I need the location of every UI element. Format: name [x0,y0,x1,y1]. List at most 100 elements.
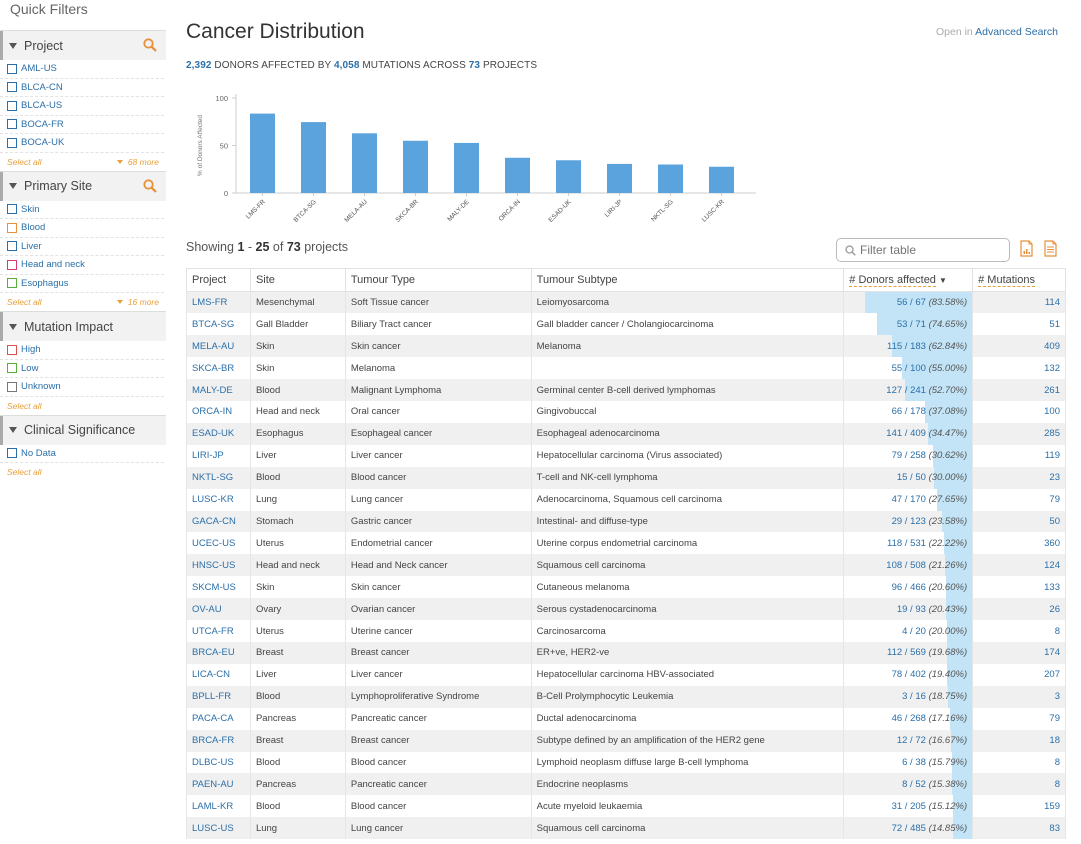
total-donors-link[interactable]: 258 [910,450,926,461]
affected-count-link[interactable]: 127 [886,385,902,396]
term-checkbox[interactable] [7,63,17,74]
facet-header[interactable]: Project [0,31,166,60]
project-link[interactable]: LIRI-JP [186,444,251,467]
mutations-link[interactable]: 23 [972,466,1066,489]
affected-count-link[interactable]: 4 [902,626,907,637]
total-donors-link[interactable]: 50 [915,472,926,483]
total-donors-link[interactable]: 241 [910,385,926,396]
project-link[interactable]: LUSC-US [186,817,251,840]
project-link[interactable]: DLBC-US [186,751,251,774]
project-link[interactable]: BPLL-FR [186,685,251,708]
affected-count-link[interactable]: 108 [886,560,902,571]
total-donors-link[interactable]: 123 [910,516,926,527]
mutations-link[interactable]: 261 [972,379,1066,402]
col-site[interactable]: Site [249,268,346,292]
mutations-link[interactable]: 3 [972,685,1066,708]
select-all-link[interactable]: Select all [7,157,42,167]
project-link[interactable]: PAEN-AU [186,773,251,796]
bar-esad-uk[interactable] [556,160,581,193]
affected-count-link[interactable]: 66 [892,406,903,417]
term-checkbox[interactable] [7,100,17,111]
total-donors-link[interactable]: 466 [910,582,926,593]
filter-table-box[interactable] [836,238,1010,262]
mutations-link[interactable]: 132 [972,357,1066,380]
term-checkbox[interactable] [7,204,17,215]
total-donors-link[interactable]: 52 [915,779,926,790]
project-link[interactable]: SKCM-US [186,576,251,599]
mutations-link[interactable]: 79 [972,707,1066,730]
term-checkbox[interactable] [7,448,17,459]
facet-term[interactable]: AML-US [0,60,164,79]
total-donors-link[interactable]: 569 [910,647,926,658]
facet-search-icon[interactable] [143,38,157,52]
project-link[interactable]: LMS-FR [186,291,251,314]
affected-count-link[interactable]: 96 [892,582,903,593]
filter-table-input[interactable] [860,243,1000,257]
facet-term[interactable]: Skin [0,201,164,219]
total-donors-link[interactable]: 205 [910,801,926,812]
project-count[interactable]: 73 [469,60,480,71]
mutations-link[interactable]: 114 [972,291,1066,314]
col-tumour-subtype[interactable]: Tumour Subtype [530,268,845,292]
col-tumour-type[interactable]: Tumour Type [344,268,532,292]
project-link[interactable]: LAML-KR [186,795,251,818]
mutations-link[interactable]: 100 [972,401,1066,423]
facet-search-icon[interactable] [143,178,157,193]
collapse-triangle-icon[interactable] [9,42,17,49]
mutations-link[interactable]: 174 [972,642,1066,664]
affected-count-link[interactable]: 46 [892,713,903,724]
term-checkbox[interactable] [7,137,17,148]
affected-count-link[interactable]: 141 [886,428,902,439]
donor-count[interactable]: 2,392 [186,60,212,71]
affected-count-link[interactable]: 53 [897,319,908,330]
bar-mela-au[interactable] [352,133,377,193]
total-donors-link[interactable]: 531 [910,538,926,549]
mutations-link[interactable]: 79 [972,488,1066,511]
affected-count-link[interactable]: 118 [887,538,902,549]
facet-term[interactable]: BOCA-FR [0,116,164,134]
bar-nktl-sg[interactable] [658,164,683,194]
total-donors-link[interactable]: 93 [915,604,926,615]
mutation-count[interactable]: 4,058 [334,60,360,71]
facet-term[interactable]: BLCA-CN [0,79,164,97]
facet-header[interactable]: Primary Site [0,171,166,201]
mutations-link[interactable]: 360 [972,532,1066,555]
bar-btca-sg[interactable] [301,122,326,193]
facet-term[interactable]: Esophagus [0,275,164,293]
project-link[interactable]: UTCA-FR [186,620,251,642]
affected-count-link[interactable]: 55 [892,363,903,374]
affected-count-link[interactable]: 31 [892,801,903,812]
mutations-link[interactable]: 50 [972,510,1066,533]
project-link[interactable]: PACA-CA [186,707,251,730]
bar-orca-in[interactable] [505,157,530,193]
project-link[interactable]: BRCA-EU [186,642,251,664]
advanced-search-link[interactable]: Advanced Search [975,26,1058,38]
affected-count-link[interactable]: 15 [897,472,908,483]
facet-term[interactable]: No Data [0,445,164,463]
affected-count-link[interactable]: 78 [892,669,903,680]
facet-term[interactable]: Unknown [0,378,164,397]
mutations-link[interactable]: 18 [972,729,1066,752]
project-link[interactable]: GACA-CN [186,510,251,533]
select-all-link[interactable]: Select all [7,297,42,307]
total-donors-link[interactable]: 183 [910,341,926,352]
total-donors-link[interactable]: 72 [915,735,926,746]
total-donors-link[interactable]: 67 [915,297,926,308]
facet-term[interactable]: High [0,341,164,360]
mutations-link[interactable]: 83 [972,817,1066,840]
project-link[interactable]: LICA-CN [186,663,251,686]
facet-header[interactable]: Clinical Significance [0,415,166,445]
total-donors-link[interactable]: 268 [910,713,926,724]
project-link[interactable]: BRCA-FR [186,729,251,752]
project-link[interactable]: ESAD-UK [186,422,251,445]
col-mutations[interactable]: # Mutations [972,268,1066,292]
total-donors-link[interactable]: 16 [915,691,926,702]
mutations-link[interactable]: 409 [972,335,1066,358]
bar-lms-fr[interactable] [250,113,275,193]
project-link[interactable]: MELA-AU [186,335,251,358]
select-all-link[interactable]: Select all [7,467,42,477]
collapse-triangle-icon[interactable] [9,427,17,433]
term-checkbox[interactable] [7,119,17,130]
total-donors-link[interactable]: 402 [910,669,926,680]
facet-term[interactable]: Blood [0,219,164,238]
